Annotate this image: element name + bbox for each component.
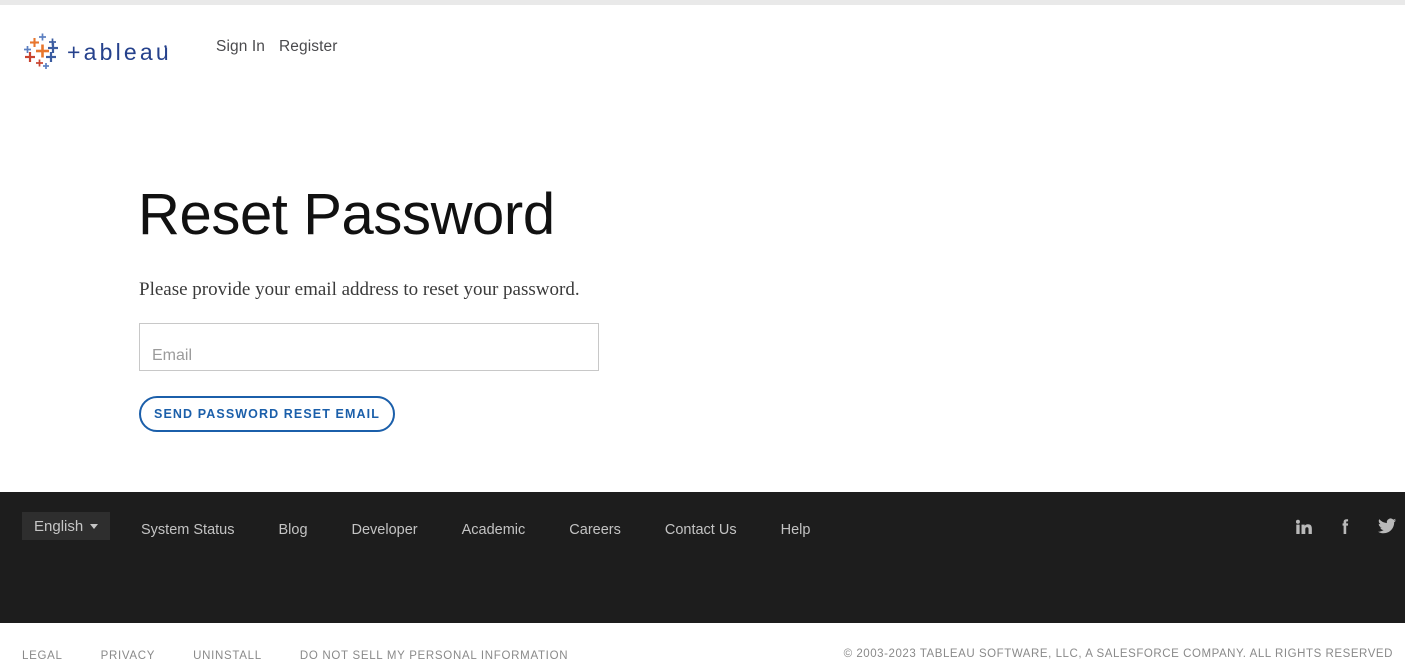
language-selector[interactable]: English: [22, 512, 111, 540]
linkedin-icon[interactable]: [1293, 516, 1313, 536]
do-not-sell-link[interactable]: DO NOT SELL MY PERSONAL INFORMATION: [300, 650, 568, 662]
footer-link-developer[interactable]: Developer: [352, 522, 418, 538]
register-link[interactable]: Register: [279, 38, 338, 56]
footer-top-row: English System Status Blog Developer Aca…: [0, 492, 1405, 564]
facebook-icon[interactable]: [1335, 516, 1355, 536]
facebook-glyph: [1342, 518, 1348, 534]
footer-link-blog[interactable]: Blog: [278, 522, 307, 538]
twitter-glyph: [1377, 518, 1397, 534]
privacy-link[interactable]: PRIVACY: [101, 650, 156, 662]
footer-link-academic[interactable]: Academic: [462, 522, 526, 538]
footer-link-careers[interactable]: Careers: [569, 522, 621, 538]
legal-link[interactable]: LEGAL: [22, 650, 63, 662]
language-selector-label: English: [34, 517, 84, 535]
social-links: [1293, 516, 1397, 536]
twitter-icon[interactable]: [1377, 516, 1397, 536]
legal-links: LEGAL PRIVACY UNINSTALL DO NOT SELL MY P…: [22, 650, 606, 662]
page-title: Reset Password: [138, 182, 555, 247]
page-subtitle: Please provide your email address to res…: [139, 279, 580, 300]
footer-link-system-status[interactable]: System Status: [141, 522, 234, 538]
email-field-wrapper: [139, 323, 599, 371]
chevron-down-icon: [90, 523, 99, 529]
main-content: Reset Password Please provide your email…: [0, 100, 1405, 492]
footer-link-contact-us[interactable]: Contact Us: [665, 522, 737, 538]
tableau-logo-icon: +ableau: [24, 33, 170, 69]
tableau-logo[interactable]: +ableau: [20, 32, 170, 72]
sign-in-link[interactable]: Sign In: [216, 38, 265, 56]
send-password-reset-email-button[interactable]: SEND PASSWORD RESET EMAIL: [139, 396, 395, 432]
footer-link-help[interactable]: Help: [781, 522, 811, 538]
email-input[interactable]: [139, 323, 599, 371]
linkedin-glyph: [1295, 519, 1312, 534]
site-header: +ableau Sign In Register: [0, 5, 1405, 105]
svg-text:+ableau: +ableau: [67, 39, 170, 65]
uninstall-link[interactable]: UNINSTALL: [193, 650, 262, 662]
site-footer: English System Status Blog Developer Aca…: [0, 492, 1405, 662]
footer-bottom-row: LEGAL PRIVACY UNINSTALL DO NOT SELL MY P…: [0, 564, 1405, 662]
header-nav: Sign In Register: [216, 38, 338, 56]
footer-nav: System Status Blog Developer Academic Ca…: [141, 522, 854, 538]
copyright-text: © 2003-2023 TABLEAU SOFTWARE, LLC, A SAL…: [843, 648, 1393, 660]
